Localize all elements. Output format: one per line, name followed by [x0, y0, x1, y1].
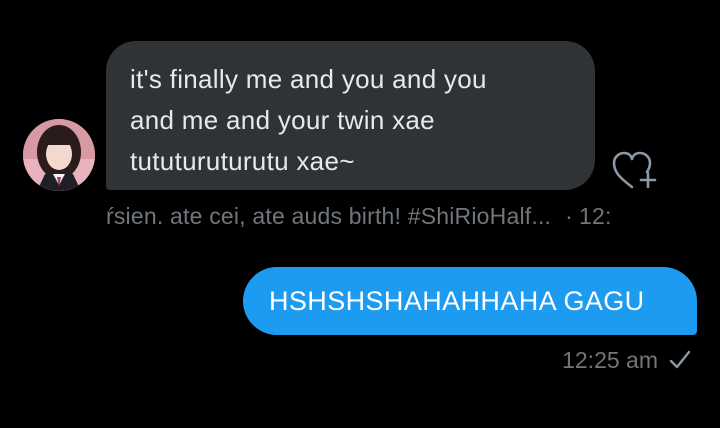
- heart-plus-icon: [612, 151, 657, 189]
- checkmark-icon: [669, 350, 691, 369]
- outgoing-message-bubble[interactable]: HSHSHSHAHAHHAHA GAGU: [243, 267, 697, 335]
- sender-name[interactable]: ŕsien. ate cei, ate auds birth! #ShiRioH…: [106, 203, 551, 229]
- avatar[interactable]: [23, 119, 95, 191]
- outgoing-message-text: HSHSHSHAHAHHAHA GAGU: [269, 286, 645, 316]
- incoming-message-meta: ŕsien. ate cei, ate auds birth! #ShiRioH…: [106, 200, 720, 232]
- incoming-timestamp: 12:: [579, 203, 612, 229]
- outgoing-message-meta: 12:25 am: [562, 344, 692, 376]
- incoming-message-text: it's finally me and you and you and me a…: [130, 64, 487, 176]
- outgoing-timestamp: 12:25 am: [562, 347, 658, 373]
- incoming-message-bubble[interactable]: it's finally me and you and you and me a…: [106, 41, 595, 190]
- meta-separator: ·: [565, 203, 574, 229]
- add-reaction-button[interactable]: [610, 148, 662, 192]
- avatar-image: [23, 119, 95, 191]
